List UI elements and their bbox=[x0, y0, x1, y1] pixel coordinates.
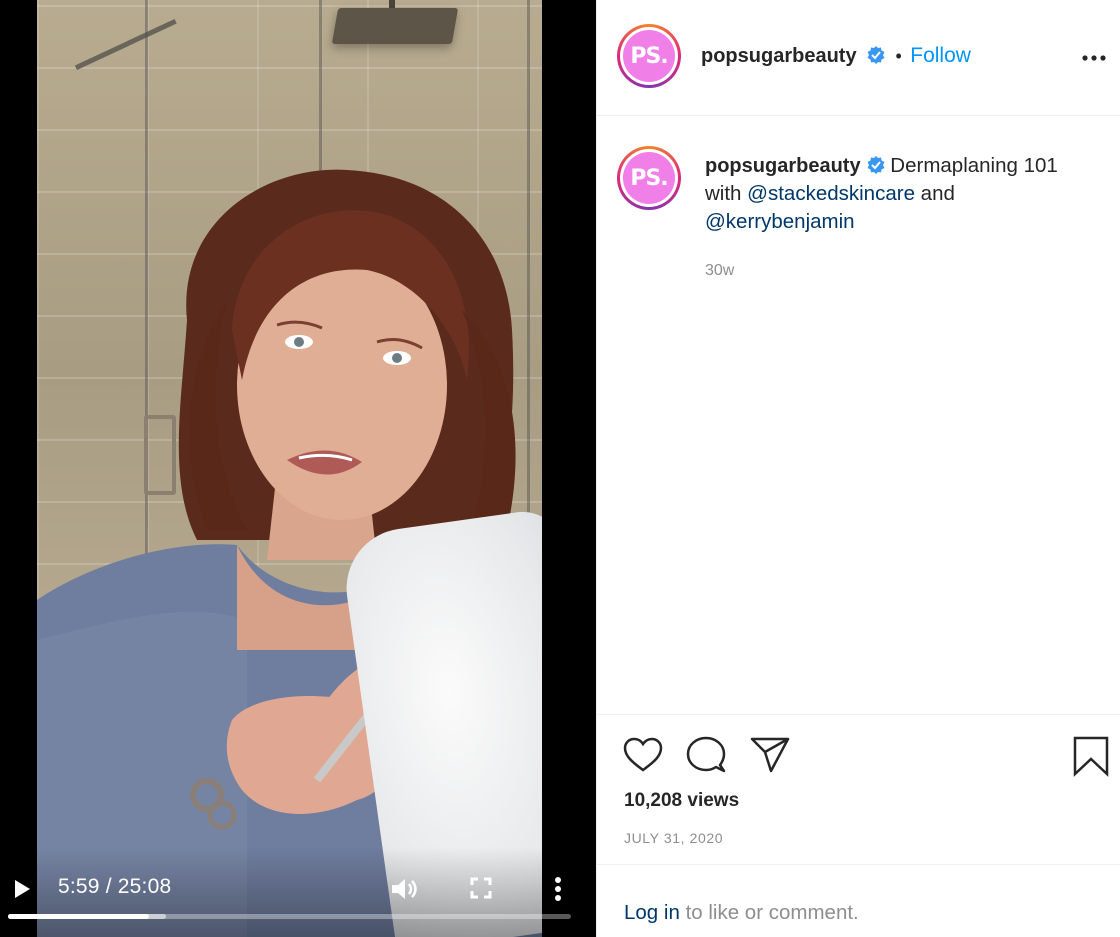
play-icon[interactable] bbox=[10, 877, 34, 901]
caption-avatar[interactable]: PS. bbox=[617, 146, 681, 210]
avatar-logo: PS. bbox=[623, 30, 675, 82]
login-suffix: to like or comment. bbox=[685, 901, 859, 924]
verified-badge-icon bbox=[867, 156, 885, 174]
action-bar bbox=[597, 714, 1120, 794]
heart-icon[interactable] bbox=[622, 735, 664, 777]
login-link[interactable]: Log in bbox=[624, 901, 680, 924]
video-frame[interactable] bbox=[37, 0, 542, 937]
share-icon[interactable] bbox=[749, 735, 791, 777]
more-horizontal-icon[interactable] bbox=[1081, 48, 1107, 68]
caption-username[interactable]: popsugarbeauty bbox=[705, 155, 861, 177]
more-vertical-icon[interactable] bbox=[548, 875, 568, 903]
post-sidebar: PS. popsugarbeauty • Follow PS. popsugar… bbox=[596, 0, 1120, 937]
post-date: JULY 31, 2020 bbox=[624, 830, 724, 846]
avatar-ring: PS. bbox=[620, 149, 678, 207]
bookmark-icon[interactable] bbox=[1070, 735, 1112, 777]
verified-badge-icon bbox=[867, 46, 885, 64]
video-controls: 5:59 / 25:08 bbox=[0, 847, 596, 937]
comment-icon[interactable] bbox=[685, 735, 727, 777]
caption-text: and bbox=[920, 182, 955, 205]
header-user-row: popsugarbeauty • Follow bbox=[701, 44, 971, 68]
login-prompt: Log in to like or comment. bbox=[597, 864, 1120, 937]
avatar-logo: PS. bbox=[623, 152, 675, 204]
post-header: PS. popsugarbeauty • Follow bbox=[597, 0, 1120, 116]
post-caption: popsugarbeauty Dermaplaning 101 with @st… bbox=[705, 152, 1085, 236]
avatar-ring: PS. bbox=[620, 27, 678, 85]
separator-dot: • bbox=[895, 46, 902, 66]
post-age[interactable]: 30w bbox=[705, 262, 734, 280]
avatar[interactable]: PS. bbox=[617, 24, 681, 88]
follow-button[interactable]: Follow bbox=[910, 44, 971, 67]
view-count[interactable]: 10,208 views bbox=[624, 790, 739, 812]
header-username[interactable]: popsugarbeauty bbox=[701, 45, 857, 67]
video-player[interactable]: 5:59 / 25:08 bbox=[0, 0, 596, 937]
video-progress-fill bbox=[8, 914, 149, 919]
volume-icon[interactable] bbox=[390, 877, 420, 901]
mention-link[interactable]: @kerrybenjamin bbox=[705, 210, 855, 233]
video-progress-bar[interactable] bbox=[8, 914, 571, 919]
login-prompt-text: Log in to like or comment. bbox=[624, 901, 859, 925]
video-time: 5:59 / 25:08 bbox=[58, 875, 172, 898]
mention-link[interactable]: @stackedskincare bbox=[747, 182, 915, 205]
fullscreen-icon[interactable] bbox=[470, 877, 492, 899]
